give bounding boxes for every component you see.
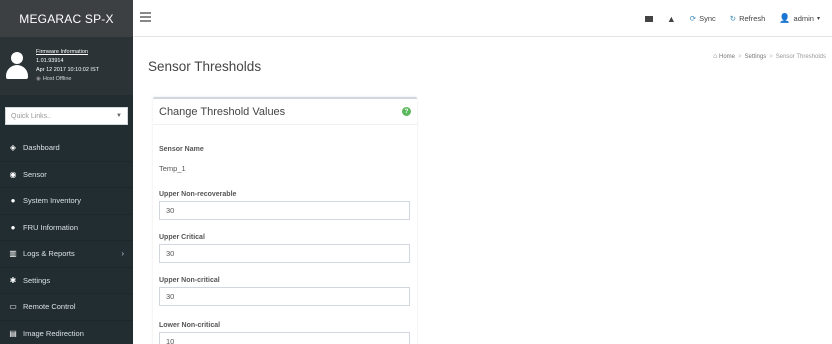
upper-non-critical-label: Upper Non-critical bbox=[159, 277, 220, 284]
user-menu[interactable]: 👤 admin ▾ bbox=[779, 13, 820, 24]
chevron-down-icon: ▼ bbox=[116, 113, 122, 119]
sidebar-item-image-redirection[interactable]: ▤ Image Redirection bbox=[0, 321, 133, 344]
lower-non-critical-input[interactable] bbox=[159, 332, 410, 344]
gear-icon: ✱ bbox=[9, 275, 17, 285]
sidebar-item-fru-information[interactable]: ● FRU Information bbox=[0, 215, 133, 241]
status-dot-icon: ◉ bbox=[36, 76, 41, 82]
upper-non-critical-input[interactable] bbox=[159, 287, 410, 306]
page-title: Sensor Thresholds bbox=[148, 59, 262, 74]
sensor-name-label: Sensor Name bbox=[159, 146, 204, 153]
brand-logo[interactable]: MEGARAC SP-X bbox=[0, 0, 133, 37]
messages-button[interactable] bbox=[644, 15, 653, 22]
top-navbar: ▲ ⟳ Sync ↻ Refresh 👤 admin ▾ bbox=[133, 0, 832, 37]
box-title: Change Threshold Values bbox=[159, 105, 286, 118]
caret-down-icon: ▾ bbox=[816, 16, 820, 22]
upper-non-recoverable-input[interactable] bbox=[159, 201, 410, 220]
sensor-icon: ◉ bbox=[9, 169, 17, 179]
breadcrumb-home[interactable]: Home bbox=[719, 54, 735, 60]
dashboard-icon: ◈ bbox=[9, 143, 17, 153]
menu-toggle-icon[interactable] bbox=[140, 12, 151, 22]
box-header: Change Threshold Values ? bbox=[153, 99, 417, 125]
user-panel: Firmware Information 1.01.93914 Apr 12 2… bbox=[0, 37, 133, 95]
sync-button[interactable]: ⟳ Sync bbox=[690, 14, 716, 23]
monitor-icon: ▭ bbox=[9, 302, 17, 312]
breadcrumb: ⌂ Home > Settings > Sensor Thresholds bbox=[713, 53, 826, 60]
breadcrumb-current: Sensor Thresholds bbox=[775, 54, 826, 60]
info-icon: ● bbox=[10, 222, 16, 232]
sidebar-item-sensor[interactable]: ◉ Sensor bbox=[0, 162, 133, 188]
sensor-name-value: Temp_1 bbox=[159, 164, 186, 173]
disk-icon: ▤ bbox=[9, 328, 17, 338]
sidebar-menu: ◈ Dashboard ◉ Sensor ● System Inventory ● FR… bbox=[0, 135, 133, 344]
firmware-version: 1.01.93914 bbox=[36, 58, 64, 64]
quick-links-placeholder: Quick Links.. bbox=[11, 112, 52, 120]
threshold-box: Change Threshold Values ? Sensor Name Te… bbox=[153, 97, 417, 344]
firmware-date: Apr 12 2017 10:10:02 IST bbox=[36, 67, 99, 73]
firmware-information-link[interactable]: Firmware Information bbox=[36, 48, 99, 57]
info-icon: ● bbox=[10, 196, 16, 206]
lower-non-critical-label: Lower Non-critical bbox=[159, 322, 221, 329]
user-avatar-icon bbox=[6, 52, 28, 80]
alerts-button[interactable]: ▲ bbox=[667, 14, 676, 24]
quick-links-select[interactable]: Quick Links.. ▼ bbox=[5, 107, 128, 125]
chevron-right-icon: › bbox=[121, 249, 124, 259]
navbar-actions: ▲ ⟳ Sync ↻ Refresh 👤 admin ▾ bbox=[631, 0, 820, 37]
sidebar-item-settings[interactable]: ✱ Settings bbox=[0, 268, 133, 294]
breadcrumb-settings[interactable]: Settings bbox=[745, 54, 767, 60]
chart-icon: ▥ bbox=[9, 249, 17, 259]
host-status: ◉ Host Offline bbox=[36, 76, 72, 82]
firmware-info: Firmware Information 1.01.93914 Apr 12 2… bbox=[36, 48, 99, 84]
sidebar-item-logs-reports[interactable]: ▥ Logs & Reports › bbox=[0, 241, 133, 268]
help-icon[interactable]: ? bbox=[402, 107, 411, 116]
sidebar-item-dashboard[interactable]: ◈ Dashboard bbox=[0, 135, 133, 162]
home-icon: ⌂ bbox=[713, 53, 718, 60]
refresh-icon: ↻ bbox=[729, 14, 737, 23]
warning-icon: ▲ bbox=[666, 13, 676, 24]
upper-non-recoverable-label: Upper Non-recoverable bbox=[159, 191, 237, 198]
main-content: Sensor Thresholds ⌂ Home > Settings > Sensor… bbox=[133, 37, 832, 344]
envelope-icon bbox=[644, 15, 653, 22]
refresh-button[interactable]: ↻ Refresh bbox=[730, 14, 766, 23]
user-icon: 👤 bbox=[779, 13, 791, 23]
sidebar-item-remote-control[interactable]: ▭ Remote Control bbox=[0, 294, 133, 321]
sync-icon: ⟳ bbox=[689, 14, 697, 23]
upper-critical-input[interactable] bbox=[159, 244, 410, 263]
upper-critical-label: Upper Critical bbox=[159, 234, 205, 241]
sidebar: MEGARAC SP-X Firmware Information 1.01.9… bbox=[0, 0, 133, 344]
sidebar-item-system-inventory[interactable]: ● System Inventory bbox=[0, 188, 133, 215]
